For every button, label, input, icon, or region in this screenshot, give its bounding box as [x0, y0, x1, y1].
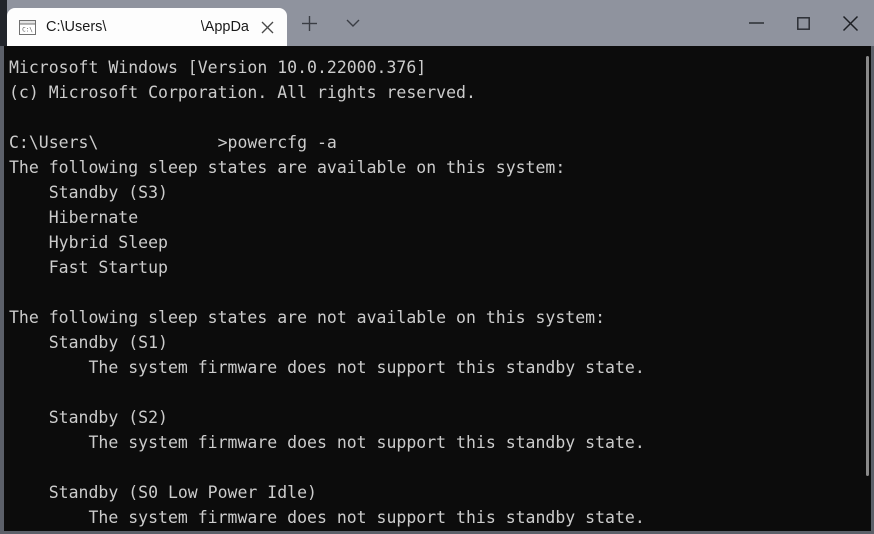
console-line: (c) Microsoft Corporation. All rights re…	[9, 83, 476, 102]
console-line: Standby (S0 Low Power Idle)	[9, 483, 317, 502]
tab-title: C:\Users\	[46, 19, 107, 35]
console-line: The system firmware does not support thi…	[9, 358, 645, 377]
console-line: Standby (S1)	[9, 333, 168, 352]
console-line: Hibernate	[9, 208, 139, 227]
prompt-redacted-username	[98, 133, 217, 152]
tab-title-tail: \AppDa	[200, 19, 249, 35]
console-line: Fast Startup	[9, 258, 168, 277]
window-controls	[733, 0, 874, 46]
title-bar: C:\ C:\Users\ \AppDa	[0, 0, 874, 46]
console-line: Microsoft Windows [Version 10.0.22000.37…	[9, 58, 427, 77]
titlebar-drag-region	[375, 0, 733, 46]
titlebar-left-edge	[0, 0, 7, 46]
minimize-button[interactable]	[733, 0, 780, 46]
tab-command-prompt[interactable]: C:\ C:\Users\ \AppDa	[7, 8, 287, 46]
console-text: Microsoft Windows [Version 10.0.22000.37…	[4, 55, 871, 530]
console-line: The following sleep states are not avail…	[9, 308, 606, 327]
terminal-window: C:\ C:\Users\ \AppDa Microsoft Windows […	[0, 0, 874, 534]
console-line: Hybrid Sleep	[9, 233, 168, 252]
new-tab-button[interactable]	[287, 0, 331, 46]
console-line: Standby (S3)	[9, 183, 168, 202]
command-prompt-icon: C:\	[19, 19, 36, 35]
console-line: The following sleep states are available…	[9, 158, 566, 177]
console-line: The system firmware does not support thi…	[9, 508, 645, 527]
maximize-button[interactable]	[780, 0, 827, 46]
scrollbar-thumb[interactable]	[866, 56, 869, 476]
close-button[interactable]	[827, 0, 874, 46]
console-line: The system firmware does not support thi…	[9, 433, 645, 452]
tab-close-icon[interactable]	[253, 13, 281, 41]
svg-text:C:\: C:\	[22, 26, 33, 33]
prompt-path: C:\Users\	[9, 133, 99, 152]
tab-strip: C:\ C:\Users\ \AppDa	[7, 0, 375, 46]
chevron-down-icon[interactable]	[331, 0, 375, 46]
console-line: C:\Users\ >powercfg -a	[9, 130, 871, 155]
prompt-command: >powercfg -a	[217, 133, 337, 152]
console-line: Standby (S2)	[9, 408, 168, 427]
terminal-output-area[interactable]: Microsoft Windows [Version 10.0.22000.37…	[0, 46, 874, 534]
